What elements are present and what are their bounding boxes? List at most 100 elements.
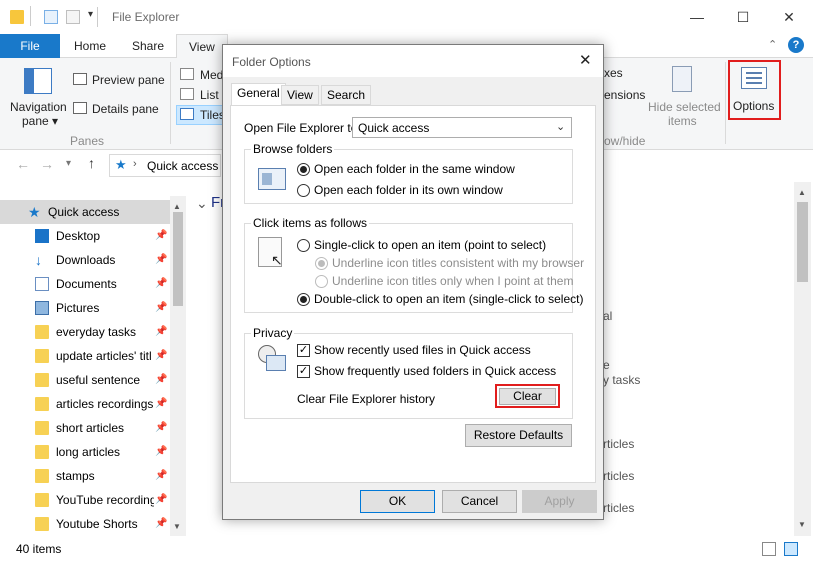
ok-button[interactable]: OK bbox=[360, 490, 435, 513]
nav-item-pictures[interactable]: Pictures 📌 bbox=[0, 296, 170, 320]
up-icon[interactable]: ↑ bbox=[88, 155, 95, 171]
layout-medium-icons[interactable]: Med bbox=[200, 68, 223, 82]
tab-view[interactable]: View bbox=[176, 34, 228, 59]
back-icon[interactable]: ← bbox=[16, 156, 30, 172]
folder-icon bbox=[35, 421, 49, 435]
open-explorer-value: Quick access bbox=[358, 121, 430, 135]
content-fragment: rticles bbox=[603, 469, 635, 483]
tab-file[interactable]: File bbox=[0, 34, 60, 58]
single-click-label[interactable]: Single-click to open an item (point to s… bbox=[314, 238, 546, 252]
hide-selected-items-button[interactable]: Hide selected bbox=[648, 100, 721, 114]
show-frequent-folders-checkbox[interactable]: ✓ bbox=[297, 365, 310, 378]
show-frequent-folders-label[interactable]: Show frequently used folders in Quick ac… bbox=[314, 364, 556, 378]
nav-item-articles-recordings[interactable]: articles recordings 📌 bbox=[0, 392, 170, 416]
scroll-down-icon[interactable]: ▼ bbox=[798, 520, 806, 529]
single-click-radio[interactable] bbox=[297, 239, 310, 252]
properties-icon[interactable] bbox=[44, 10, 58, 24]
nav-item-long-articles[interactable]: long articles 📌 bbox=[0, 440, 170, 464]
new-folder-icon[interactable] bbox=[66, 10, 80, 24]
details-view-icon[interactable] bbox=[762, 542, 776, 556]
nav-scroll-thumb[interactable] bbox=[173, 212, 183, 306]
navigation-pane-button[interactable]: Navigation bbox=[10, 100, 67, 114]
pin-icon: 📌 bbox=[155, 230, 168, 241]
nav-item-update-articles[interactable]: update articles' titl 📌 bbox=[0, 344, 170, 368]
content-collapse-icon[interactable]: ⌄ bbox=[196, 195, 208, 212]
nav-item-youtube-recording[interactable]: YouTube recording 📌 bbox=[0, 488, 170, 512]
maximize-button[interactable]: ☐ bbox=[720, 0, 766, 34]
content-fragment: y tasks bbox=[603, 373, 641, 387]
close-button[interactable]: ✕ bbox=[766, 0, 812, 34]
breadcrumb-chevron-icon: › bbox=[133, 158, 137, 170]
tab-view[interactable]: View bbox=[281, 85, 319, 105]
pin-icon: 📌 bbox=[155, 470, 168, 481]
scroll-up-icon[interactable]: ▲ bbox=[173, 202, 181, 211]
scroll-down-icon[interactable]: ▼ bbox=[173, 522, 181, 531]
customize-toolbar-icon[interactable]: ▾ bbox=[88, 9, 93, 20]
details-pane-icon bbox=[73, 102, 87, 114]
apply-button[interactable]: Apply bbox=[522, 490, 597, 513]
show-recent-files-checkbox[interactable]: ✓ bbox=[297, 344, 310, 357]
options-button[interactable]: Options bbox=[733, 99, 774, 113]
chevron-down-icon: ⌄ bbox=[556, 121, 566, 133]
open-explorer-dropdown[interactable]: Quick access ⌄ bbox=[352, 117, 572, 138]
nav-item-downloads[interactable]: ↓ Downloads 📌 bbox=[0, 248, 170, 272]
preview-pane-button[interactable]: Preview pane bbox=[92, 73, 165, 87]
tiles-icon bbox=[180, 108, 194, 120]
browse-folders-icon bbox=[258, 168, 286, 190]
folder-options-dialog: Folder Options ✕ General View Search Ope… bbox=[222, 44, 604, 520]
double-click-label[interactable]: Double-click to open an item (single-cli… bbox=[314, 292, 583, 306]
content-fragment: al bbox=[603, 309, 613, 323]
restore-defaults-button[interactable]: Restore Defaults bbox=[465, 424, 572, 447]
collapse-ribbon-icon[interactable]: ⌃ bbox=[768, 38, 777, 51]
forward-icon[interactable]: → bbox=[40, 156, 54, 172]
address-path[interactable]: Quick access bbox=[147, 159, 218, 173]
clear-history-button[interactable]: Clear bbox=[499, 388, 556, 405]
nav-item-desktop[interactable]: Desktop 📌 bbox=[0, 224, 170, 248]
show-recent-files-label[interactable]: Show recently used files in Quick access bbox=[314, 343, 531, 357]
nav-item-quick-access[interactable]: ★ Quick access bbox=[0, 200, 170, 224]
layout-list[interactable]: List bbox=[200, 88, 219, 102]
general-tab-panel: Open File Explorer to: Quick access ⌄ Br… bbox=[230, 105, 596, 483]
nav-item-stamps[interactable]: stamps 📌 bbox=[0, 464, 170, 488]
extensions-partial[interactable]: ensions bbox=[604, 88, 645, 102]
content-scrollbar[interactable]: ▲ ▼ bbox=[794, 182, 811, 536]
folder-icon bbox=[35, 325, 49, 339]
nav-item-short-articles[interactable]: short articles 📌 bbox=[0, 416, 170, 440]
recent-locations-icon[interactable]: ▾ bbox=[66, 158, 71, 169]
browse-own-window-radio[interactable] bbox=[297, 184, 310, 197]
browse-same-window-radio[interactable] bbox=[297, 163, 310, 176]
details-pane-button[interactable]: Details pane bbox=[92, 102, 159, 116]
file-name-extensions-partial[interactable]: xes bbox=[604, 66, 623, 80]
dialog-close-button[interactable]: ✕ bbox=[579, 51, 592, 69]
underline-point-label: Underline icon titles only when I point … bbox=[332, 274, 574, 288]
content-fragment: rticles bbox=[603, 437, 635, 451]
address-bar[interactable]: ★ › Quick access bbox=[109, 154, 221, 177]
large-icons-view-icon[interactable] bbox=[784, 542, 798, 556]
content-scroll-thumb[interactable] bbox=[797, 202, 808, 282]
nav-item-youtube-shorts[interactable]: Youtube Shorts 📌 bbox=[0, 512, 170, 536]
tab-search[interactable]: Search bbox=[321, 85, 372, 105]
tab-home[interactable]: Home bbox=[62, 34, 118, 58]
nav-item-documents[interactable]: Documents 📌 bbox=[0, 272, 170, 296]
navigation-pane-label2: pane ▾ bbox=[22, 114, 59, 128]
help-icon[interactable]: ? bbox=[788, 37, 804, 53]
privacy-icon bbox=[258, 345, 288, 373]
content-fragment: e bbox=[603, 358, 610, 372]
pin-icon: 📌 bbox=[155, 326, 168, 337]
scroll-up-icon[interactable]: ▲ bbox=[798, 188, 806, 197]
browse-own-window-label[interactable]: Open each folder in its own window bbox=[314, 183, 503, 197]
browse-same-window-label[interactable]: Open each folder in the same window bbox=[314, 162, 515, 176]
cancel-button[interactable]: Cancel bbox=[442, 490, 517, 513]
tab-share[interactable]: Share bbox=[120, 34, 176, 58]
nav-item-useful-sentence[interactable]: useful sentence 📌 bbox=[0, 368, 170, 392]
dialog-title-bar: Folder Options ✕ bbox=[223, 45, 603, 77]
nav-item-everyday-tasks[interactable]: everyday tasks 📌 bbox=[0, 320, 170, 344]
pin-icon: 📌 bbox=[155, 494, 168, 505]
pin-icon: 📌 bbox=[155, 350, 168, 361]
double-click-radio[interactable] bbox=[297, 293, 310, 306]
folder-icon bbox=[35, 517, 49, 531]
underline-point-radio bbox=[315, 275, 328, 288]
nav-pane-scrollbar[interactable]: ▲ ▼ bbox=[170, 196, 186, 536]
tab-general[interactable]: General bbox=[231, 83, 286, 106]
minimize-button[interactable]: — bbox=[674, 0, 720, 34]
